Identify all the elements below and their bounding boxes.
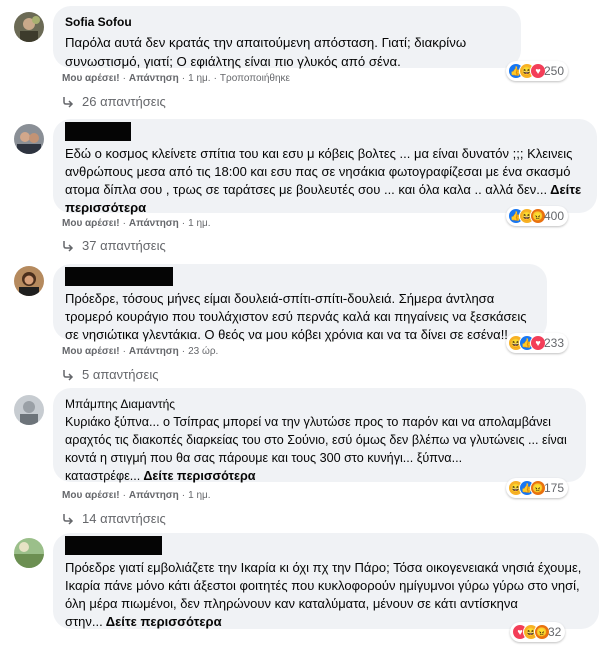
view-replies-link[interactable]: 5 απαντήσεις bbox=[62, 367, 159, 382]
comment-bubble: Μπάμπης Διαμαντής Κυριάκο ξύπνα... ο Τσί… bbox=[53, 388, 586, 483]
comment-bubble: Sofia Sofou Παρόλα αυτά δεν κρατάς την α… bbox=[53, 6, 521, 69]
reply-arrow-icon bbox=[63, 96, 74, 108]
reaction-count: 250 bbox=[544, 64, 565, 78]
view-replies-link[interactable]: 26 απαντήσεις bbox=[62, 94, 166, 109]
redacted-author bbox=[65, 122, 131, 141]
edited-label: Τροποποιήθηκε bbox=[219, 73, 290, 84]
replies-count: 37 απαντήσεις bbox=[82, 238, 166, 253]
comment-text: Πρόεδρε, τόσους μήνες είμαι δουλειά-σπίτ… bbox=[65, 291, 527, 342]
timestamp[interactable]: 1 ημ. bbox=[188, 217, 210, 231]
view-replies-link[interactable]: 14 απαντήσεις bbox=[62, 511, 166, 526]
redacted-author bbox=[65, 536, 162, 555]
comment-actions: Μου αρέσει! · Απάντηση · 1 ημ. bbox=[62, 489, 211, 503]
reaction-count: 32 bbox=[548, 625, 562, 639]
reply-button[interactable]: Απάντηση bbox=[129, 345, 179, 359]
reply-button[interactable]: Απάντηση bbox=[129, 72, 179, 86]
reply-button[interactable]: Απάντηση bbox=[129, 489, 179, 503]
avatar[interactable] bbox=[14, 124, 44, 154]
comment-text: Παρόλα αυτά δεν κρατάς την απαιτούμενη α… bbox=[65, 35, 467, 69]
like-button[interactable]: Μου αρέσει! bbox=[62, 489, 120, 503]
reaction-count: 175 bbox=[544, 481, 565, 495]
comment-bubble: Πρόεδρε γιατί εμβολιάζετε την Ικαρία κι … bbox=[53, 533, 599, 629]
avatar[interactable] bbox=[14, 12, 44, 42]
reactions-summary[interactable]: ♥ 😆 😠 32 bbox=[510, 622, 566, 642]
comment-actions: Μου αρέσει! · Απάντηση · 1 ημ. · Τροποποιήθηκε bbox=[62, 72, 290, 86]
comment-text: Πρόεδρε γιατί εμβολιάζετε την Ικαρία κι … bbox=[65, 560, 582, 629]
comment-bubble: Εδώ ο κοσμος κλείνετε σπίτια του και εσυ… bbox=[53, 119, 597, 215]
replies-count: 14 απαντήσεις bbox=[82, 511, 166, 526]
comment-actions: Μου αρέσει! · Απάντηση · 23 ώρ. bbox=[62, 345, 219, 359]
timestamp[interactable]: 23 ώρ. bbox=[188, 345, 218, 359]
comment-text: Εδώ ο κοσμος κλείνετε σπίτια του και εσυ… bbox=[65, 146, 582, 215]
comment-text: Κυριάκο ξύπνα... ο Τσίπρας μπορεί να την… bbox=[65, 415, 567, 483]
see-more-link[interactable]: Δείτε περισσότερα bbox=[106, 614, 222, 629]
like-button[interactable]: Μου αρέσει! bbox=[62, 72, 120, 86]
avatar[interactable] bbox=[14, 266, 44, 296]
reactions-summary[interactable]: 😆 👍 ♥ 233 bbox=[506, 333, 569, 353]
reply-arrow-icon bbox=[63, 513, 74, 525]
avatar[interactable] bbox=[14, 538, 44, 568]
reaction-count: 233 bbox=[544, 336, 565, 350]
timestamp[interactable]: 1 ημ. bbox=[188, 72, 210, 86]
reactions-summary[interactable]: 👍 😆 ♥ 250 bbox=[506, 61, 569, 81]
reply-arrow-icon bbox=[63, 369, 74, 381]
like-button[interactable]: Μου αρέσει! bbox=[62, 217, 120, 231]
comment-author[interactable] bbox=[65, 128, 584, 143]
like-button[interactable]: Μου αρέσει! bbox=[62, 345, 120, 359]
view-replies-link[interactable]: 37 απαντήσεις bbox=[62, 238, 166, 253]
reply-button[interactable]: Απάντηση bbox=[129, 217, 179, 231]
comment-author[interactable]: Μπάμπης Διαμαντής bbox=[65, 397, 573, 412]
timestamp[interactable]: 1 ημ. bbox=[188, 489, 210, 503]
avatar[interactable] bbox=[14, 395, 44, 425]
replies-count: 26 απαντήσεις bbox=[82, 94, 166, 109]
replies-count: 5 απαντήσεις bbox=[82, 367, 159, 382]
comment-actions: Μου αρέσει! · Απάντηση · 1 ημ. bbox=[62, 217, 211, 231]
reactions-summary[interactable]: 👍 😆 😠 400 bbox=[506, 206, 569, 226]
redacted-author bbox=[65, 267, 173, 286]
reactions-summary[interactable]: 😆 👍 😠 175 bbox=[506, 478, 569, 498]
see-more-link[interactable]: Δείτε περισσότερα bbox=[143, 469, 255, 483]
comment-bubble: Πρόεδρε, τόσους μήνες είμαι δουλειά-σπίτ… bbox=[53, 264, 547, 342]
reply-arrow-icon bbox=[63, 240, 74, 252]
reaction-count: 400 bbox=[544, 209, 565, 223]
comment-author[interactable]: Sofia Sofou bbox=[65, 15, 508, 30]
